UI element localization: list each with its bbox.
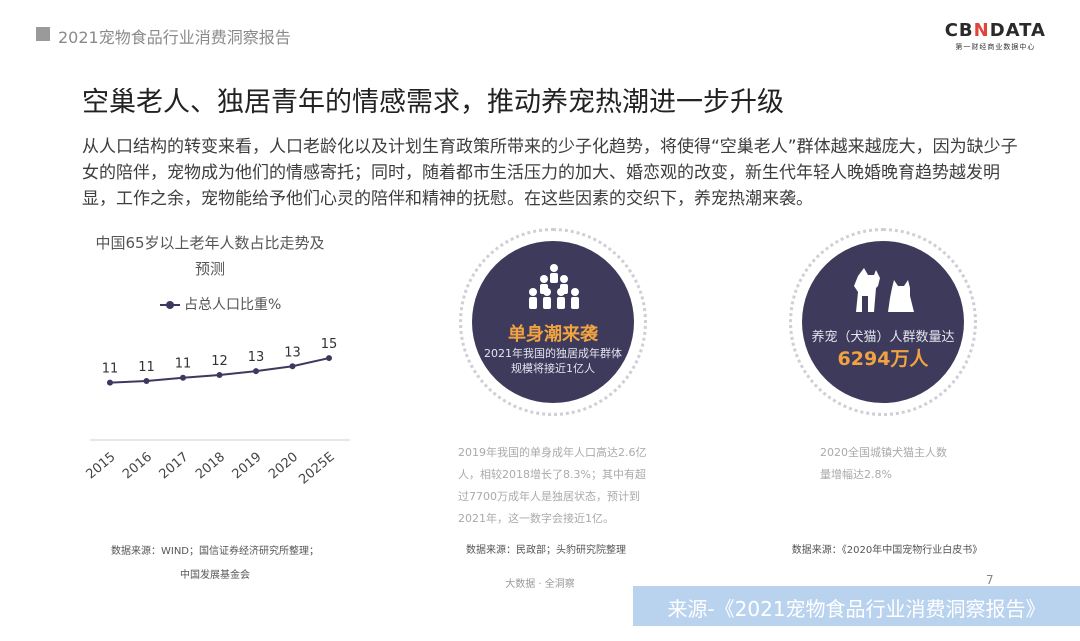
x-tick-label: 2020	[266, 450, 301, 483]
cbndata-logo: CBNDATA 第一财经商业数据中心	[945, 22, 1046, 52]
single-note-line: 过7700万成年人是独居状态，预计到	[458, 490, 640, 503]
data-label: 11	[175, 357, 192, 372]
x-tick-label: 2018	[193, 450, 228, 483]
single-desc-line1: 2021年我国的独居成年群体	[484, 347, 622, 360]
logo-subtitle: 第一财经商业数据中心	[955, 43, 1036, 51]
single-note: 2019年我国的单身成年人口高达2.6亿 人，相较2018增长了8.3%；其中有…	[458, 442, 658, 530]
chart-source: 数据来源：WIND；国信证券经济研究所整理； 中国发展基金会	[80, 540, 350, 588]
x-tick-label: 2025E	[296, 450, 337, 488]
chart-source-line1: 数据来源：WIND；国信证券经济研究所整理；	[110, 546, 320, 557]
logo-part-data: DATA	[989, 20, 1046, 41]
pet-note-line: 量增幅达2.8%	[820, 468, 892, 481]
chart-legend: 占总人口比重%	[160, 294, 281, 314]
logo-part-cb: CB	[944, 20, 974, 41]
single-description: 2021年我国的独居成年群体 规模将接近1亿人	[480, 346, 626, 376]
data-label: 13	[248, 350, 265, 365]
pet-note: 2020全国城镇犬猫主人数 量增幅达2.8%	[820, 442, 990, 486]
chart-source-line2: 中国发展基金会	[180, 570, 250, 581]
header-square-icon	[36, 27, 50, 41]
line-chart: 11 2015 11 2016 11 2017 12 2018 13 2019 13 2020 15 20…	[84, 337, 350, 488]
single-note-line: 人，相较2018增长了8.3%；其中有超	[458, 468, 646, 481]
dog-and-cat-icon	[854, 268, 914, 312]
logo-part-n: N	[973, 20, 990, 41]
data-point	[107, 379, 113, 386]
page-number: 7	[986, 573, 994, 587]
logo-wordmark: CBNDATA	[945, 22, 1046, 40]
legend-label: 占总人口比重%	[184, 297, 282, 313]
data-point	[216, 371, 223, 378]
data-label: 11	[138, 360, 155, 375]
data-label: 15	[321, 337, 338, 352]
x-tick-label: 2019	[230, 450, 265, 483]
single-title: 单身潮来袭	[508, 324, 598, 345]
data-label: 11	[102, 362, 119, 377]
single-source: 数据来源：民政部；头豹研究院整理	[466, 545, 626, 556]
group-of-people-icon	[529, 264, 579, 309]
pet-label: 养宠（犬猫）人群数量达	[811, 330, 955, 345]
source-banner-text: 来源-《2021宠物食品行业消费洞察报告》	[667, 597, 1046, 621]
data-point	[143, 378, 150, 385]
slide-headline: 空巢老人、独居青年的情感需求，推动养宠热潮进一步升级	[82, 87, 784, 118]
data-point	[253, 368, 259, 375]
single-note-line: 2019年我国的单身成年人口高达2.6亿	[458, 446, 647, 459]
data-point	[326, 355, 332, 362]
chart-title: 中国65岁以上老年人数占比走势及预测	[95, 234, 325, 278]
data-point	[180, 374, 186, 381]
body-paragraph: 从人口结构的转变来看，人口老龄化以及计划生育政策所带来的少子化趋势，将使得“空巢…	[82, 137, 1018, 209]
legend-line-marker	[160, 301, 180, 309]
data-point	[289, 363, 296, 370]
data-label: 12	[211, 354, 228, 369]
single-desc-line2: 规模将接近1亿人	[511, 362, 595, 375]
single-note-line: 2021年，这一数字会接近1亿。	[458, 512, 614, 525]
report-title: 2021宠物食品行业消费洞察报告	[58, 28, 291, 47]
x-tick-label: 2017	[157, 450, 192, 483]
footer-brand: 大数据 · 全洞察	[505, 579, 575, 590]
x-tick-label: 2016	[120, 450, 155, 483]
x-tick-label: 2015	[84, 450, 119, 483]
pet-value: 6294万人	[837, 348, 929, 370]
pet-source: 数据来源：《2020年中国宠物行业白皮书》	[791, 545, 983, 556]
pet-note-line: 2020全国城镇犬猫主人数	[820, 446, 947, 459]
data-label: 13	[284, 345, 301, 360]
